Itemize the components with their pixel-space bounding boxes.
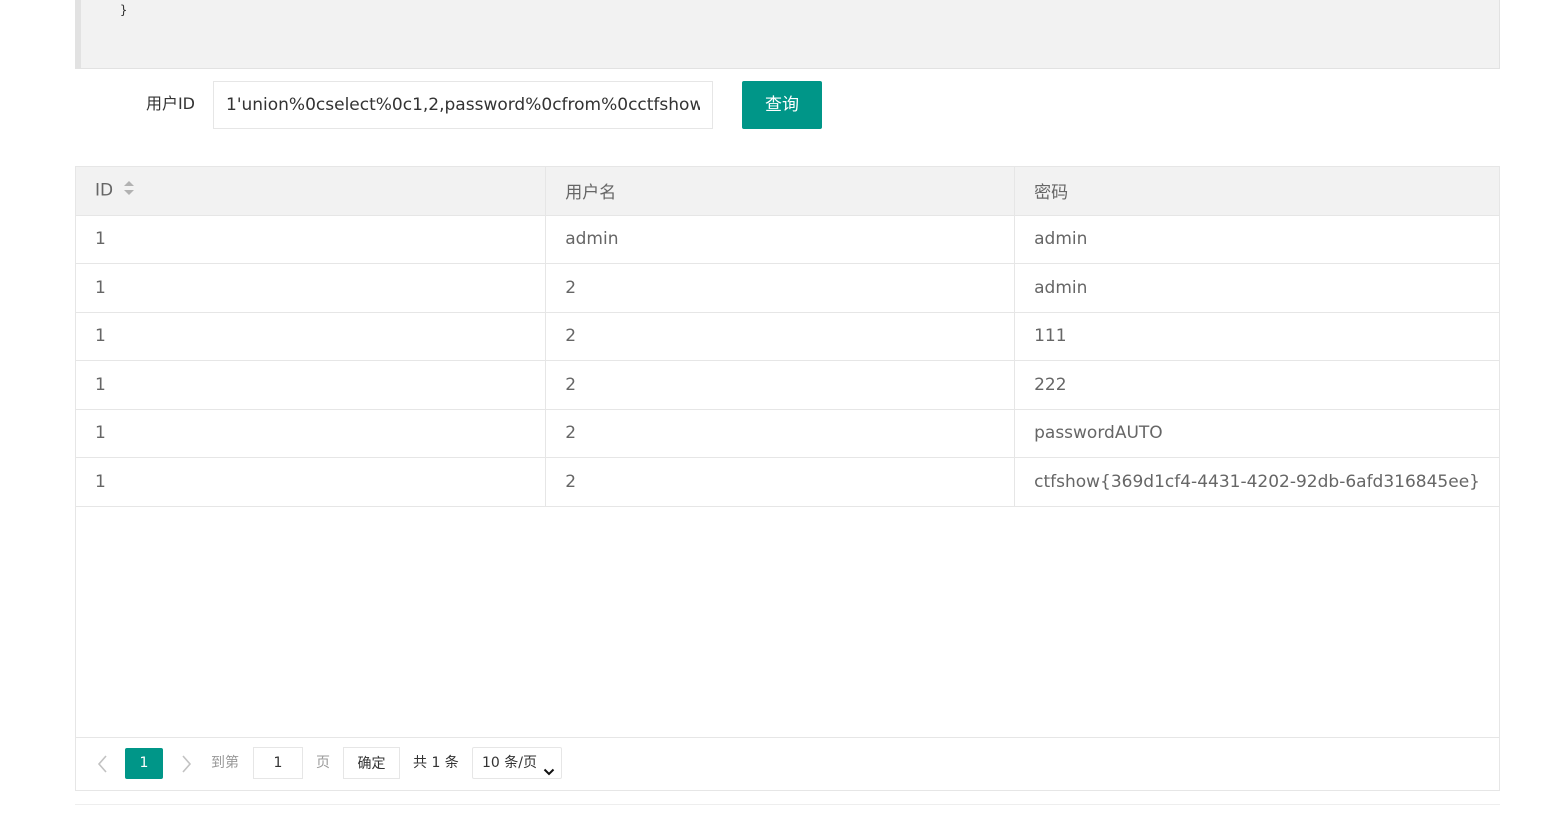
cell-password: passwordAUTO: [1014, 409, 1499, 458]
page-size-value: 10 条/页: [482, 755, 537, 771]
table-row: 1 2 ctfshow{369d1cf4-4431-4202-92db-6afd…: [76, 457, 1499, 507]
page-word-label: 页: [316, 755, 330, 771]
table-row: 1 2 222: [76, 360, 1499, 410]
code-block: }: [75, 0, 1500, 69]
cell-id: 1: [76, 457, 547, 507]
goto-page-input[interactable]: [253, 747, 303, 779]
pagination: 1 到第 页 确定 共 1 条 10 条/页: [76, 737, 1499, 790]
cell-username: 2: [545, 360, 1016, 410]
cell-id: 1: [76, 263, 547, 313]
column-header-password: 密码: [1014, 167, 1499, 216]
chevron-down-icon: [543, 758, 555, 788]
page-size-select[interactable]: 10 条/页: [472, 747, 562, 779]
goto-label: 到第: [211, 755, 239, 771]
cell-id: 1: [76, 312, 547, 361]
goto-confirm-button[interactable]: 确定: [343, 747, 400, 779]
cell-password: admin: [1014, 263, 1499, 313]
user-id-input[interactable]: [213, 81, 713, 129]
cell-username: 2: [545, 312, 1016, 361]
cell-password: 222: [1014, 360, 1499, 410]
table-header-row: ID 用户名 密码: [76, 167, 1499, 216]
cell-id: 1: [76, 360, 547, 410]
cell-username: 2: [545, 457, 1016, 507]
query-button[interactable]: 查询: [742, 81, 822, 129]
total-count: 共 1 条: [413, 755, 459, 771]
cell-id: 1: [76, 409, 547, 458]
table-row: 1 2 passwordAUTO: [76, 409, 1499, 458]
user-id-label: 用户ID: [145, 94, 195, 113]
code-closing-brace: }: [120, 3, 128, 17]
column-header-id-label: ID: [95, 180, 114, 201]
cell-username: 2: [545, 409, 1016, 458]
column-header-username: 用户名: [545, 167, 1016, 216]
page-button-current[interactable]: 1: [125, 748, 163, 779]
chevron-right-icon[interactable]: [177, 753, 195, 775]
chevron-left-icon[interactable]: [94, 753, 112, 775]
table-row: 1 2 admin: [76, 263, 1499, 313]
cell-password: admin: [1014, 215, 1499, 264]
footer-divider: [75, 804, 1500, 805]
query-form: 用户ID 查询: [75, 81, 875, 129]
table-row: 1 admin admin: [76, 215, 1499, 264]
cell-password: ctfshow{369d1cf4-4431-4202-92db-6afd3168…: [1014, 457, 1499, 507]
cell-id: 1: [76, 215, 547, 264]
cell-username: admin: [545, 215, 1016, 264]
results-table: ID 用户名 密码 1 admin admin 1 2 admin 1 2 11…: [76, 167, 1499, 507]
sort-icon[interactable]: [123, 180, 135, 201]
results-table-container: ID 用户名 密码 1 admin admin 1 2 admin 1 2 11…: [75, 166, 1500, 791]
cell-username: 2: [545, 263, 1016, 313]
column-header-id[interactable]: ID: [76, 167, 547, 216]
cell-password: 111: [1014, 312, 1499, 361]
table-row: 1 2 111: [76, 312, 1499, 361]
